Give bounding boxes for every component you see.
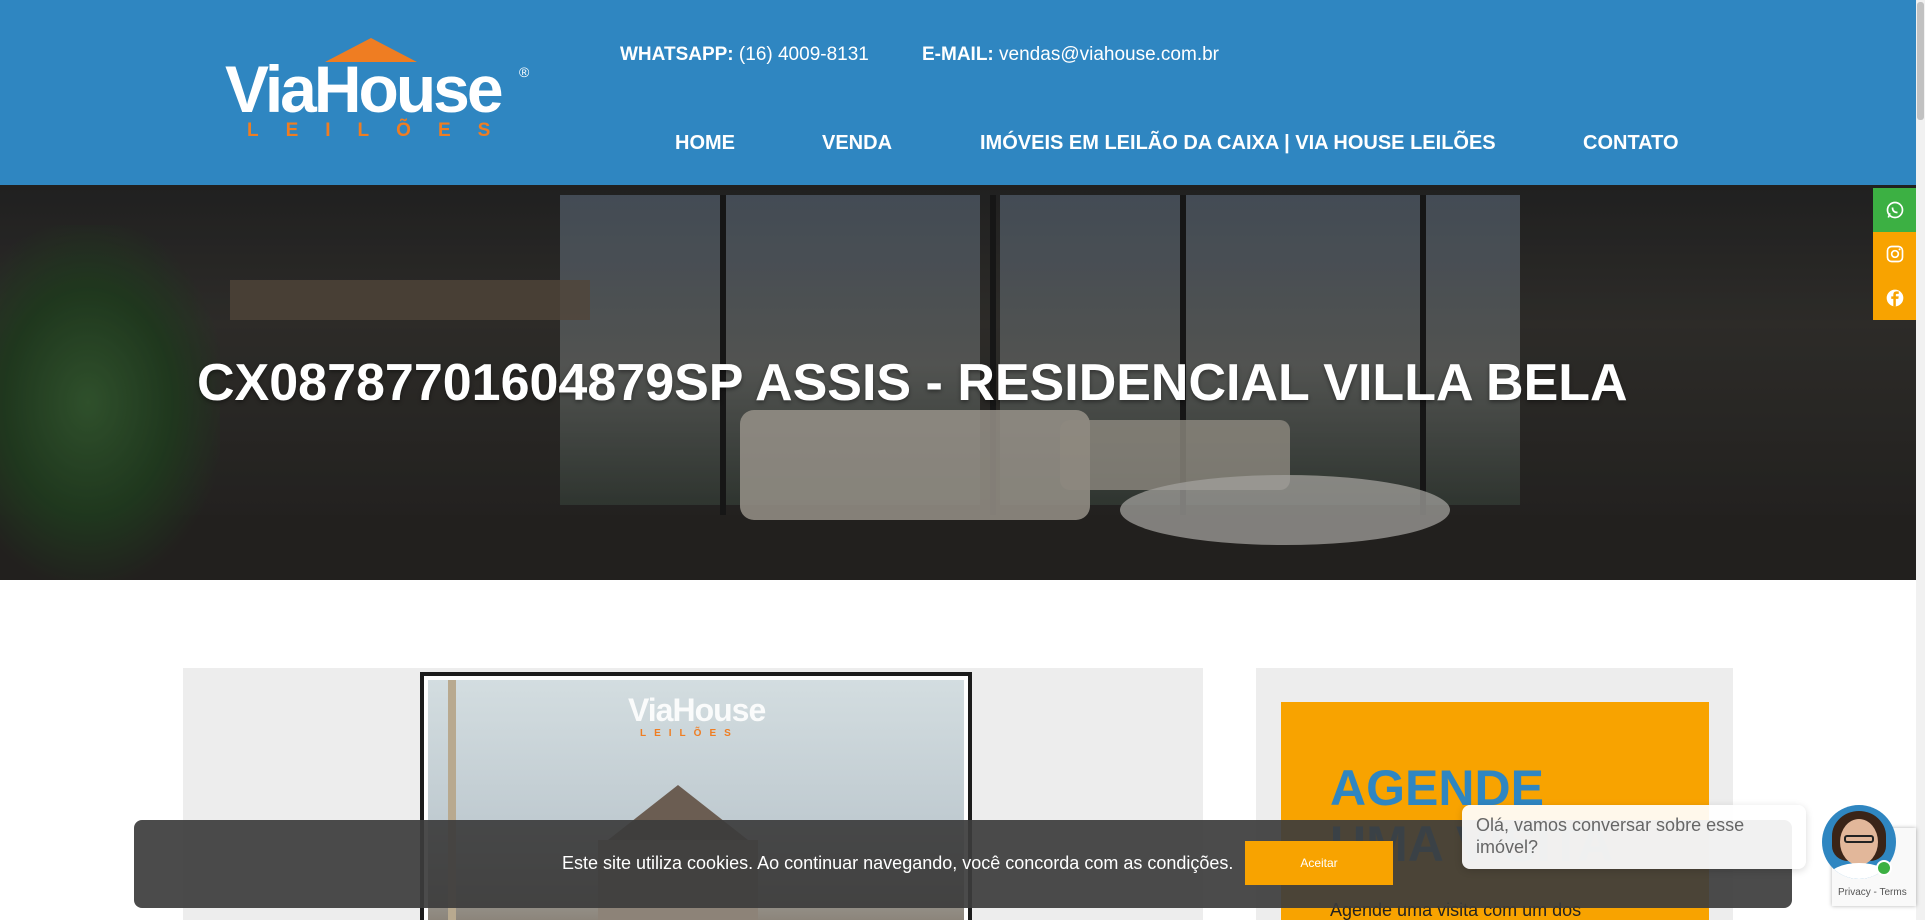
email-label: E-MAIL: <box>922 44 994 65</box>
photo-watermark-sub: LEILÕES <box>640 728 739 739</box>
hero-banner: CX0878770160487​9SP ASSIS - RESIDENCIAL … <box>0 185 1916 580</box>
page-scrollbar-track[interactable] <box>1916 0 1925 920</box>
recaptcha-privacy-terms[interactable]: Privacy - Terms <box>1838 887 1907 898</box>
facebook-social-button[interactable] <box>1873 276 1916 320</box>
online-status-dot <box>1876 860 1892 876</box>
cookie-message: Este site utiliza cookies. Ao continuar … <box>562 853 1234 873</box>
property-title: CX0878770160487​9SP ASSIS - RESIDENCIAL … <box>197 354 1628 412</box>
whatsapp-social-button[interactable] <box>1873 188 1916 232</box>
logo-registered-mark: ® <box>519 64 530 80</box>
facebook-icon <box>1886 289 1903 307</box>
nav-contato[interactable]: CONTATO <box>1583 132 1679 155</box>
nav-venda[interactable]: VENDA <box>822 132 892 155</box>
avatar-glasses <box>1844 835 1874 843</box>
logo-subtitle: LEILÕES <box>247 120 518 141</box>
nav-imoveis-leilao-caixa[interactable]: IMÓVEIS EM LEILÃO DA CAIXA | VIA HOUSE L… <box>980 132 1496 155</box>
page-scrollbar-thumb[interactable] <box>1917 2 1924 120</box>
photo-watermark: ViaHouse <box>628 692 766 728</box>
instagram-icon <box>1886 245 1903 263</box>
accept-cookies-button[interactable]: Aceitar <box>1245 841 1393 885</box>
whatsapp-label: WHATSAPP: <box>620 44 734 65</box>
email-address[interactable]: vendas@viahouse.com.br <box>999 44 1219 65</box>
logo-wordmark: ViaHouse <box>225 52 504 126</box>
instagram-social-button[interactable] <box>1873 232 1916 276</box>
whatsapp-icon <box>1886 201 1903 219</box>
nav-home[interactable]: HOME <box>675 132 735 155</box>
whatsapp-number[interactable]: (16) 4009-8131 <box>739 44 869 65</box>
chat-message: Olá, vamos conversar sobre esse imóvel? <box>1476 815 1745 857</box>
email-contact: E-MAIL: vendas@viahouse.com.br <box>922 44 1219 66</box>
whatsapp-contact: WHATSAPP: (16) 4009-8131 <box>620 44 869 66</box>
viahouse-logo[interactable]: ViaHouse ® LEILÕES <box>225 38 535 148</box>
